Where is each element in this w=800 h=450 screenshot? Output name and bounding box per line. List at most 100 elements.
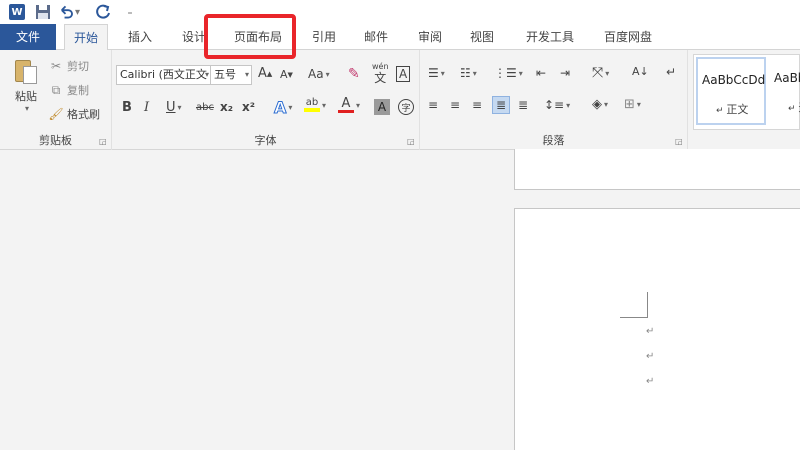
cut-button[interactable]: ✂ 剪切 <box>48 58 89 74</box>
shading-button[interactable]: ◈ ▾ <box>592 97 608 112</box>
decrease-indent-icon: ⇤ <box>536 66 547 80</box>
underline-label: U <box>166 100 176 115</box>
change-case-dropdown-icon[interactable]: ▾ <box>326 70 330 79</box>
phonetic-guide-button[interactable]: wén 文 <box>372 62 389 85</box>
tab-developer[interactable]: 开发工具 <box>516 24 584 50</box>
style-no-spacing-name: ↵ 无 <box>788 99 800 115</box>
bullets-button[interactable]: ☰ ▾ <box>428 66 445 80</box>
font-launcher-icon[interactable]: ◲ <box>407 138 415 146</box>
style-normal[interactable]: AaBbCcDd ↵ 正文 <box>696 57 766 125</box>
customize-icon[interactable]: ₌ <box>118 2 140 22</box>
multilevel-list-icon: ⋮☰ <box>494 66 517 80</box>
grow-font-button[interactable]: A ▲ <box>258 66 272 81</box>
superscript-button[interactable]: x² <box>242 100 255 114</box>
clear-format-button[interactable]: ✎ <box>348 66 360 82</box>
word-logo-icon[interactable]: W <box>6 2 28 22</box>
show-marks-button[interactable]: ↵ <box>666 65 676 79</box>
justify-button[interactable]: ≣ <box>492 96 511 114</box>
shrink-font-icon: A ▼ <box>280 68 293 81</box>
font-group: Calibri (西文正文 ▾ 五号 ▾ A ▲ A ▼ Aa ▾ ✎ wén 文 A… <box>112 50 420 150</box>
subscript-label: x₂ <box>220 100 233 114</box>
tab-references[interactable]: 引用 <box>302 24 346 50</box>
margin-corner-mark <box>620 292 648 318</box>
increase-indent-button[interactable]: ⇥ <box>560 66 570 80</box>
sort-button[interactable]: A↓ <box>632 65 649 78</box>
undo-icon[interactable]: ▾ <box>58 2 80 22</box>
font-color-button[interactable]: A ▾ <box>338 97 360 113</box>
document-area <box>0 149 800 450</box>
page-current[interactable] <box>514 208 800 450</box>
format-painter-button[interactable]: 🖌 格式刷 <box>48 106 100 122</box>
underline-button[interactable]: U ▾ <box>166 100 182 115</box>
chinese-layout-icon: ⤧ <box>592 65 604 81</box>
tab-baidu[interactable]: 百度网盘 <box>594 24 662 50</box>
font-color-dropdown-icon[interactable]: ▾ <box>356 101 360 110</box>
tab-file[interactable]: 文件 <box>0 24 56 50</box>
styles-gallery: AaBbCcDd ↵ 正文 AaBbCcDd ↵ 无 <box>693 54 800 130</box>
copy-button[interactable]: ⧉ 复制 <box>48 82 89 98</box>
tab-view[interactable]: 视图 <box>460 24 504 50</box>
paragraph-mark-icon: ↵ <box>646 326 655 337</box>
style-no-spacing[interactable]: AaBbCcDd ↵ 无 <box>770 57 800 125</box>
paste-button[interactable]: 粘贴 ▾ <box>6 56 46 113</box>
change-case-button[interactable]: Aa ▾ <box>308 67 330 81</box>
line-spacing-icon: ↕≡ <box>544 98 565 112</box>
paste-label: 粘贴 <box>15 90 37 103</box>
align-right-button[interactable]: ≡ <box>472 98 482 112</box>
tab-review[interactable]: 审阅 <box>408 24 452 50</box>
tab-insert[interactable]: 插入 <box>118 24 162 50</box>
font-group-label: 字体 <box>254 134 277 147</box>
phonetic-bottom-label: 文 <box>374 71 387 85</box>
highlight-dropdown-icon[interactable]: ▾ <box>322 101 326 110</box>
superscript-label: x² <box>242 100 255 114</box>
chinese-layout-button[interactable]: ⤧ ▾ <box>592 65 609 81</box>
tab-home[interactable]: 开始 <box>64 24 108 51</box>
decrease-indent-button[interactable]: ⇤ <box>536 66 546 80</box>
phonetic-top-label: wén <box>372 62 389 71</box>
undo-dropdown-icon[interactable]: ▾ <box>75 7 80 18</box>
redo-icon[interactable] <box>92 2 114 22</box>
font-name-combo[interactable]: Calibri (西文正文 ▾ <box>116 65 212 85</box>
justify-icon: ≣ <box>496 98 507 112</box>
eraser-icon: ✎ <box>348 66 360 82</box>
style-mark-icon: ↵ <box>788 104 799 114</box>
font-size-dropdown-icon[interactable]: ▾ <box>245 66 249 84</box>
text-effects-dropdown-icon[interactable]: ▾ <box>288 103 292 112</box>
text-effects-button[interactable]: A ▾ <box>273 98 292 118</box>
italic-button[interactable]: I <box>144 100 149 115</box>
align-center-button[interactable]: ≡ <box>450 98 460 112</box>
clipboard-launcher-icon[interactable]: ◲ <box>99 138 107 146</box>
enclose-char-button[interactable]: 字 <box>398 99 414 115</box>
line-spacing-button[interactable]: ↕≡ ▾ <box>544 98 570 112</box>
distributed-button[interactable]: ≣ <box>518 98 528 112</box>
font-size-combo[interactable]: 五号 ▾ <box>210 65 252 85</box>
page-previous <box>514 149 800 190</box>
shrink-font-button[interactable]: A ▼ <box>280 68 293 81</box>
style-mark-icon: ↵ <box>716 106 727 116</box>
numbering-button[interactable]: ☷ ▾ <box>460 66 477 80</box>
highlight-button[interactable]: ab ▾ <box>304 98 326 112</box>
font-name-dropdown-icon[interactable]: ▾ <box>205 66 209 84</box>
char-border-button[interactable]: A <box>396 66 411 82</box>
strikethrough-button[interactable]: abc <box>196 102 214 113</box>
paste-dropdown-icon[interactable]: ▾ <box>25 104 29 113</box>
font-size-value: 五号 <box>214 68 236 81</box>
bold-button[interactable]: B <box>122 100 132 115</box>
ribbon-home: 粘贴 ▾ ✂ 剪切 ⧉ 复制 🖌 格式刷 剪贴板 ◲ Calibri (西文正文… <box>0 50 800 150</box>
style-normal-label: 正文 <box>726 103 749 116</box>
char-shading-button[interactable]: A <box>374 99 390 115</box>
align-left-button[interactable]: ≡ <box>428 98 438 112</box>
subscript-button[interactable]: x₂ <box>220 100 233 114</box>
align-left-icon: ≡ <box>428 98 439 112</box>
paragraph-mark-icon: ↵ <box>646 351 655 362</box>
tab-mailings[interactable]: 邮件 <box>354 24 398 50</box>
bold-label: B <box>122 100 132 115</box>
paragraph-launcher-icon[interactable]: ◲ <box>675 138 683 146</box>
distributed-icon: ≣ <box>518 98 529 112</box>
underline-dropdown-icon[interactable]: ▾ <box>178 103 182 112</box>
save-icon[interactable] <box>32 2 54 22</box>
borders-button[interactable]: ⊞ ▾ <box>624 97 641 112</box>
multilevel-list-button[interactable]: ⋮☰ ▾ <box>494 66 523 80</box>
cut-label: 剪切 <box>67 60 89 73</box>
copy-label: 复制 <box>67 84 89 97</box>
